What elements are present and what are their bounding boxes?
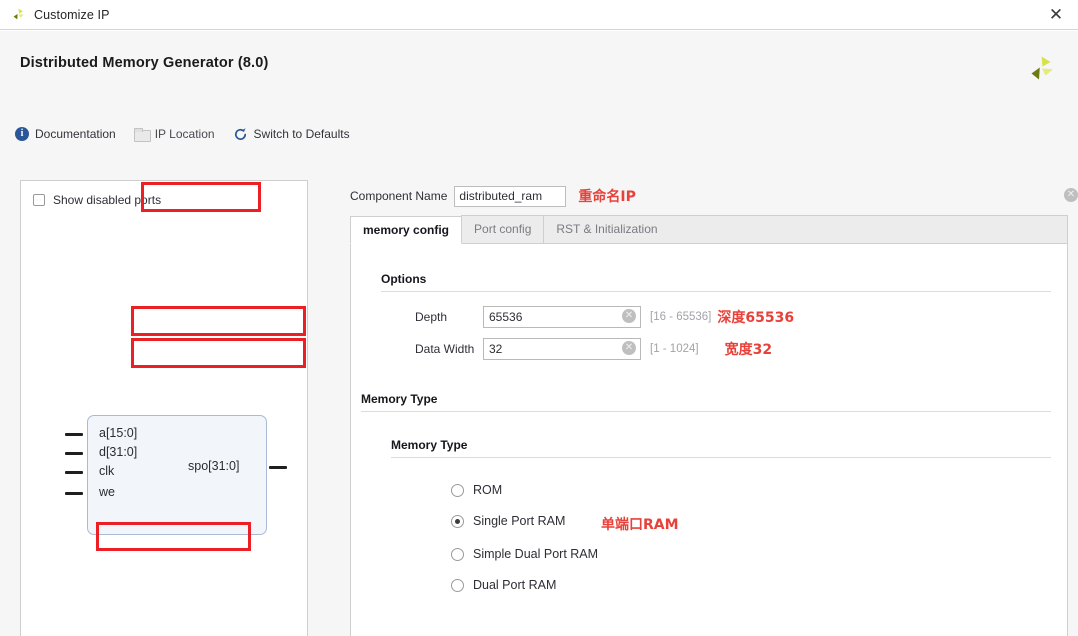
xilinx-brand-logo-icon: [1022, 53, 1056, 87]
data-width-row: Data Width ✕ [1 - 1024] 宽度32: [415, 338, 772, 360]
radio-label-rom: ROM: [473, 483, 502, 497]
tab-port-config[interactable]: Port config: [461, 215, 544, 243]
memory-type-option-simple-dual-port-ram[interactable]: Simple Dual Port RAM: [451, 547, 598, 561]
header-band: Distributed Memory Generator (8.0): [0, 31, 1078, 110]
documentation-button[interactable]: i Documentation: [15, 127, 116, 141]
ip-location-button[interactable]: IP Location: [134, 127, 215, 141]
radio-rom[interactable]: [451, 484, 464, 497]
config-panel: Component Name 重命名IP ✕ memory config Por…: [330, 158, 1078, 636]
memory-type-group-rule: [391, 457, 1051, 458]
depth-label: Depth: [415, 310, 483, 324]
tab-memory-config[interactable]: memory config: [350, 216, 462, 244]
data-width-annotation: 宽度32: [725, 339, 772, 359]
panel-splitter[interactable]: [316, 158, 326, 636]
folder-icon: [134, 128, 149, 140]
component-name-annotation: 重命名IP: [578, 186, 635, 206]
pin-stub-d: [65, 452, 83, 455]
ip-toolbar: i Documentation IP Location Switch to De…: [0, 110, 1078, 158]
radio-label-single-port-ram: Single Port RAM: [473, 514, 565, 528]
memory-type-rule: [361, 411, 1051, 412]
data-width-label: Data Width: [415, 342, 483, 356]
close-icon[interactable]: ✕: [1046, 5, 1066, 25]
switch-to-defaults-button[interactable]: Switch to Defaults: [233, 127, 350, 142]
depth-row: Depth ✕ [16 - 65536] 深度65536: [415, 306, 794, 328]
radio-simple-dual-port-ram[interactable]: [451, 548, 464, 561]
depth-annotation: 深度65536: [717, 307, 794, 327]
radio-label-simple-dual-port-ram: Simple Dual Port RAM: [473, 547, 598, 561]
component-name-input[interactable]: [454, 186, 566, 207]
memory-type-option-single-port-ram[interactable]: Single Port RAM: [451, 514, 565, 528]
memory-type-option-dual-port-ram[interactable]: Dual Port RAM: [451, 578, 556, 592]
pin-stub-spo: [269, 466, 287, 469]
depth-range-hint: [16 - 65536]: [650, 311, 711, 323]
options-heading: Options: [381, 272, 426, 286]
xilinx-logo-icon: [10, 7, 26, 23]
port-label-d: d[31:0]: [99, 445, 137, 459]
component-name-row: Component Name 重命名IP ✕: [350, 184, 1068, 208]
checkbox-box[interactable]: [33, 194, 45, 206]
options-rule: [381, 291, 1051, 292]
config-tabs: memory config Port config RST & Initiali…: [350, 216, 1068, 244]
memory-config-tab-body: Options Depth ✕ [16 - 65536] 深度65536 Dat…: [350, 244, 1068, 636]
clear-circle-icon[interactable]: ✕: [1064, 188, 1078, 202]
port-label-a: a[15:0]: [99, 426, 137, 440]
ip-location-label: IP Location: [155, 127, 215, 141]
pin-stub-clk: [65, 471, 83, 474]
customize-ip-window: Customize IP ✕ Distributed Memory Genera…: [0, 0, 1078, 636]
data-width-clear-icon[interactable]: ✕: [622, 341, 636, 355]
tab-strip-filler: [670, 215, 1068, 243]
show-disabled-ports-label: Show disabled ports: [53, 193, 161, 207]
port-label-spo: spo[31:0]: [188, 459, 239, 473]
documentation-label: Documentation: [35, 127, 116, 141]
memory-type-group-heading: Memory Type: [391, 438, 467, 452]
switch-to-defaults-label: Switch to Defaults: [254, 127, 350, 141]
content-area: Show disabled ports a[15:0] d[31:0] clk …: [0, 158, 1078, 636]
radio-label-dual-port-ram: Dual Port RAM: [473, 578, 556, 592]
radio-single-port-ram[interactable]: [451, 515, 464, 528]
show-disabled-ports-checkbox[interactable]: Show disabled ports: [33, 193, 161, 207]
page-title: Distributed Memory Generator (8.0): [20, 55, 268, 71]
memory-type-annotation: 单端口RAM: [601, 514, 679, 534]
pin-stub-a: [65, 433, 83, 436]
info-icon: i: [15, 127, 29, 141]
window-title: Customize IP: [34, 8, 110, 22]
depth-input[interactable]: [483, 306, 641, 328]
pin-stub-we: [65, 492, 83, 495]
refresh-icon: [233, 127, 248, 142]
port-label-clk: clk: [99, 464, 114, 478]
radio-dual-port-ram[interactable]: [451, 579, 464, 592]
port-label-we: we: [99, 485, 115, 499]
depth-clear-icon[interactable]: ✕: [622, 309, 636, 323]
data-width-input[interactable]: [483, 338, 641, 360]
component-name-label: Component Name: [350, 189, 447, 203]
data-width-range-hint: [1 - 1024]: [650, 343, 699, 355]
tab-rst-initialization[interactable]: RST & Initialization: [543, 215, 670, 243]
ip-symbol-panel: Show disabled ports a[15:0] d[31:0] clk …: [20, 180, 308, 636]
window-titlebar: Customize IP ✕: [0, 0, 1078, 30]
memory-type-heading: Memory Type: [361, 392, 437, 406]
memory-type-option-rom[interactable]: ROM: [451, 483, 502, 497]
